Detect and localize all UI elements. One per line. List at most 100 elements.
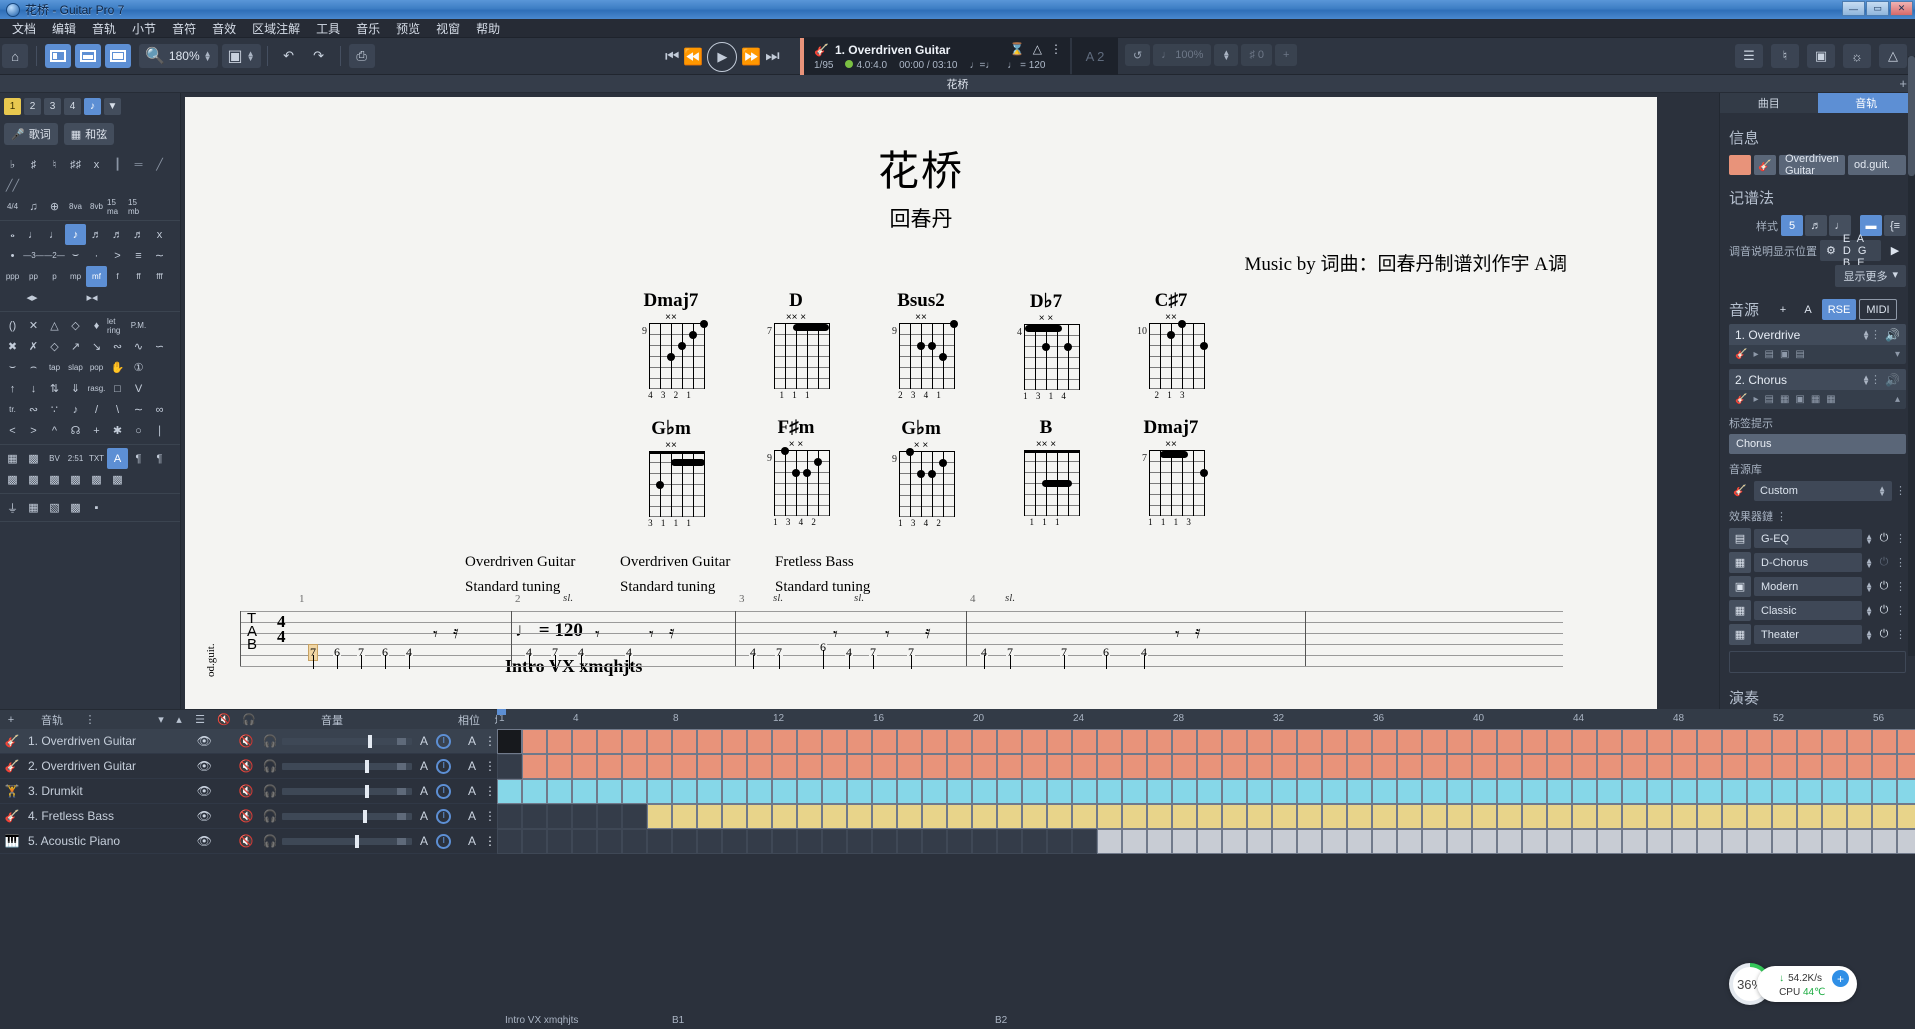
- timeline-clip[interactable]: [1247, 729, 1272, 754]
- timeline-clip[interactable]: [1522, 729, 1547, 754]
- timeline-clip[interactable]: [797, 729, 822, 754]
- timeline-clip[interactable]: [1672, 779, 1697, 804]
- skip-start-icon[interactable]: ⏮: [665, 48, 679, 66]
- timeline-clip[interactable]: [1697, 779, 1722, 804]
- effect-stepper[interactable]: ▲ ▼: [1865, 532, 1873, 545]
- eye-icon[interactable]: 👁: [144, 784, 234, 798]
- chevron-up-icon[interactable]: ▴: [1895, 394, 1900, 405]
- close-button[interactable]: ✕: [1890, 1, 1913, 16]
- brace-icon[interactable]: {≡: [1884, 215, 1906, 236]
- menu-window[interactable]: 视窗: [428, 18, 468, 39]
- timeline-clip[interactable]: [697, 729, 722, 754]
- timeline-clip[interactable]: [1072, 804, 1097, 829]
- pal-arpeggio-icon[interactable]: ∼: [149, 245, 170, 266]
- pal-pick-icon[interactable]: □: [107, 378, 128, 399]
- timeline-clip[interactable]: [1347, 754, 1372, 779]
- timeline-clip[interactable]: [747, 804, 772, 829]
- timeline-clip[interactable]: [1647, 729, 1672, 754]
- timeline-clip[interactable]: [922, 779, 947, 804]
- hourglass-icon[interactable]: ⌛: [1010, 42, 1025, 56]
- bank-stepper[interactable]: ▲ ▼: [1878, 484, 1886, 497]
- timeline-clip[interactable]: [1172, 729, 1197, 754]
- tablature-staff[interactable]: od.guit. 1 2 3 4 sl. sl. sl. sl. T A B 4…: [185, 592, 1657, 723]
- timeline-clip[interactable]: [997, 829, 1022, 854]
- pal-mixer1-icon[interactable]: ▩: [2, 469, 23, 490]
- pal-chart1-icon[interactable]: ⏚: [2, 497, 23, 518]
- eye-icon[interactable]: 👁: [144, 809, 234, 823]
- timeline-clip[interactable]: [747, 829, 772, 854]
- timeline-clip[interactable]: [497, 754, 522, 779]
- timeline-clip[interactable]: [497, 729, 522, 754]
- timeline-clip[interactable]: [1797, 779, 1822, 804]
- timeline-clip[interactable]: [997, 754, 1022, 779]
- timeline-clip[interactable]: [1147, 829, 1172, 854]
- timeline-clip[interactable]: [1597, 779, 1622, 804]
- timeline-clip[interactable]: [1772, 729, 1797, 754]
- timeline-ruler[interactable]: 1 4 8 12 16 20 24 28 32 36 40 44 48 52 5…: [497, 709, 1915, 729]
- section-marker[interactable]: Intro VX xmqhjts: [505, 1015, 578, 1026]
- sheet-music-page[interactable]: 花桥 回春丹 Music by 词曲：回春丹制谱刘作宇 A调 Dmaj7 ×× …: [185, 97, 1657, 723]
- timeline-clip[interactable]: [1847, 804, 1872, 829]
- timeline-clip[interactable]: [1197, 804, 1222, 829]
- pal-fretboard-icon[interactable]: ▦: [2, 448, 23, 469]
- timeline-clip[interactable]: [847, 754, 872, 779]
- timeline-clip[interactable]: [697, 829, 722, 854]
- more-vertical-icon[interactable]: ⋮: [1895, 604, 1906, 617]
- timeline-clip[interactable]: [822, 754, 847, 779]
- pal-fermata-icon[interactable]: ⊕: [44, 196, 65, 217]
- timeline-clip[interactable]: [1097, 804, 1122, 829]
- pal-double-slash-icon[interactable]: ╱╱: [2, 175, 23, 196]
- more-vertical-icon[interactable]: ⋮: [1870, 373, 1881, 386]
- timeline-clip[interactable]: [1897, 754, 1915, 779]
- timeline-clip[interactable]: [622, 829, 647, 854]
- effect-row[interactable]: ▣ Modern ▲ ▼ ⏻ ⋮: [1729, 576, 1906, 597]
- timeline-clip[interactable]: [1422, 729, 1447, 754]
- dynamic-p[interactable]: p: [44, 266, 65, 287]
- timeline-clip[interactable]: [722, 754, 747, 779]
- bar-button-2[interactable]: 2: [24, 98, 41, 115]
- metronome-icon[interactable]: △: [1033, 42, 1042, 56]
- timeline-clip[interactable]: [1272, 754, 1297, 779]
- timeline-clip[interactable]: [972, 829, 997, 854]
- timeline-clip[interactable]: [1722, 804, 1747, 829]
- source-item[interactable]: 1. Overdrive ▲ ▼ ⋮ 🔊 🎸 ▸ ▤ ▣ ▤ ▾: [1729, 324, 1906, 364]
- timeline-clip[interactable]: [1297, 754, 1322, 779]
- timeline-clip[interactable]: [1597, 729, 1622, 754]
- timeline-clip[interactable]: [1047, 779, 1072, 804]
- timeline-clip[interactable]: [1397, 729, 1422, 754]
- timeline-clip[interactable]: [1197, 729, 1222, 754]
- volume-slider[interactable]: [282, 734, 412, 748]
- timeline-clip[interactable]: [1597, 754, 1622, 779]
- automation-icon[interactable]: A: [412, 784, 436, 798]
- timeline-clip[interactable]: [1822, 779, 1847, 804]
- timeline-clip[interactable]: [1872, 804, 1897, 829]
- headphone-icon[interactable]: 🎧: [258, 734, 282, 748]
- headphone-icon[interactable]: 🎧: [258, 809, 282, 823]
- timeline-clip[interactable]: [1197, 829, 1222, 854]
- track-color-swatch[interactable]: [1729, 155, 1751, 175]
- slap-icon[interactable]: slap: [65, 357, 86, 378]
- timeline-clip[interactable]: [772, 754, 797, 779]
- volume-slider[interactable]: [282, 784, 412, 798]
- timeline-clip[interactable]: [672, 729, 697, 754]
- tuplet-icon[interactable]: ▼: [104, 98, 121, 115]
- timeline-clip[interactable]: [972, 779, 997, 804]
- power-icon[interactable]: ⏻: [1876, 532, 1892, 545]
- paragraph-icon[interactable]: ¶: [128, 448, 149, 469]
- volume-slider[interactable]: [282, 759, 412, 773]
- pal-legato-icon[interactable]: ∼: [128, 399, 149, 420]
- play-arrow-icon[interactable]: ▶: [1884, 240, 1906, 261]
- timeline-clip[interactable]: [497, 804, 522, 829]
- timeline-clip[interactable]: [922, 804, 947, 829]
- timeline-clip[interactable]: [1147, 729, 1172, 754]
- timeline-clip[interactable]: [622, 779, 647, 804]
- timeline-clip[interactable]: [1297, 804, 1322, 829]
- dynamic-f[interactable]: f: [107, 266, 128, 287]
- list-icon[interactable]: ☰: [188, 713, 212, 726]
- chords-button[interactable]: ▦ 和弦: [63, 123, 115, 145]
- timeline-clip[interactable]: [597, 804, 622, 829]
- effect-row[interactable]: ▦ Theater ▲ ▼ ⏻ ⋮: [1729, 624, 1906, 645]
- headphone-icon[interactable]: 🎧: [258, 759, 282, 773]
- timeline-clip[interactable]: [1547, 804, 1572, 829]
- timeline-clip[interactable]: [797, 829, 822, 854]
